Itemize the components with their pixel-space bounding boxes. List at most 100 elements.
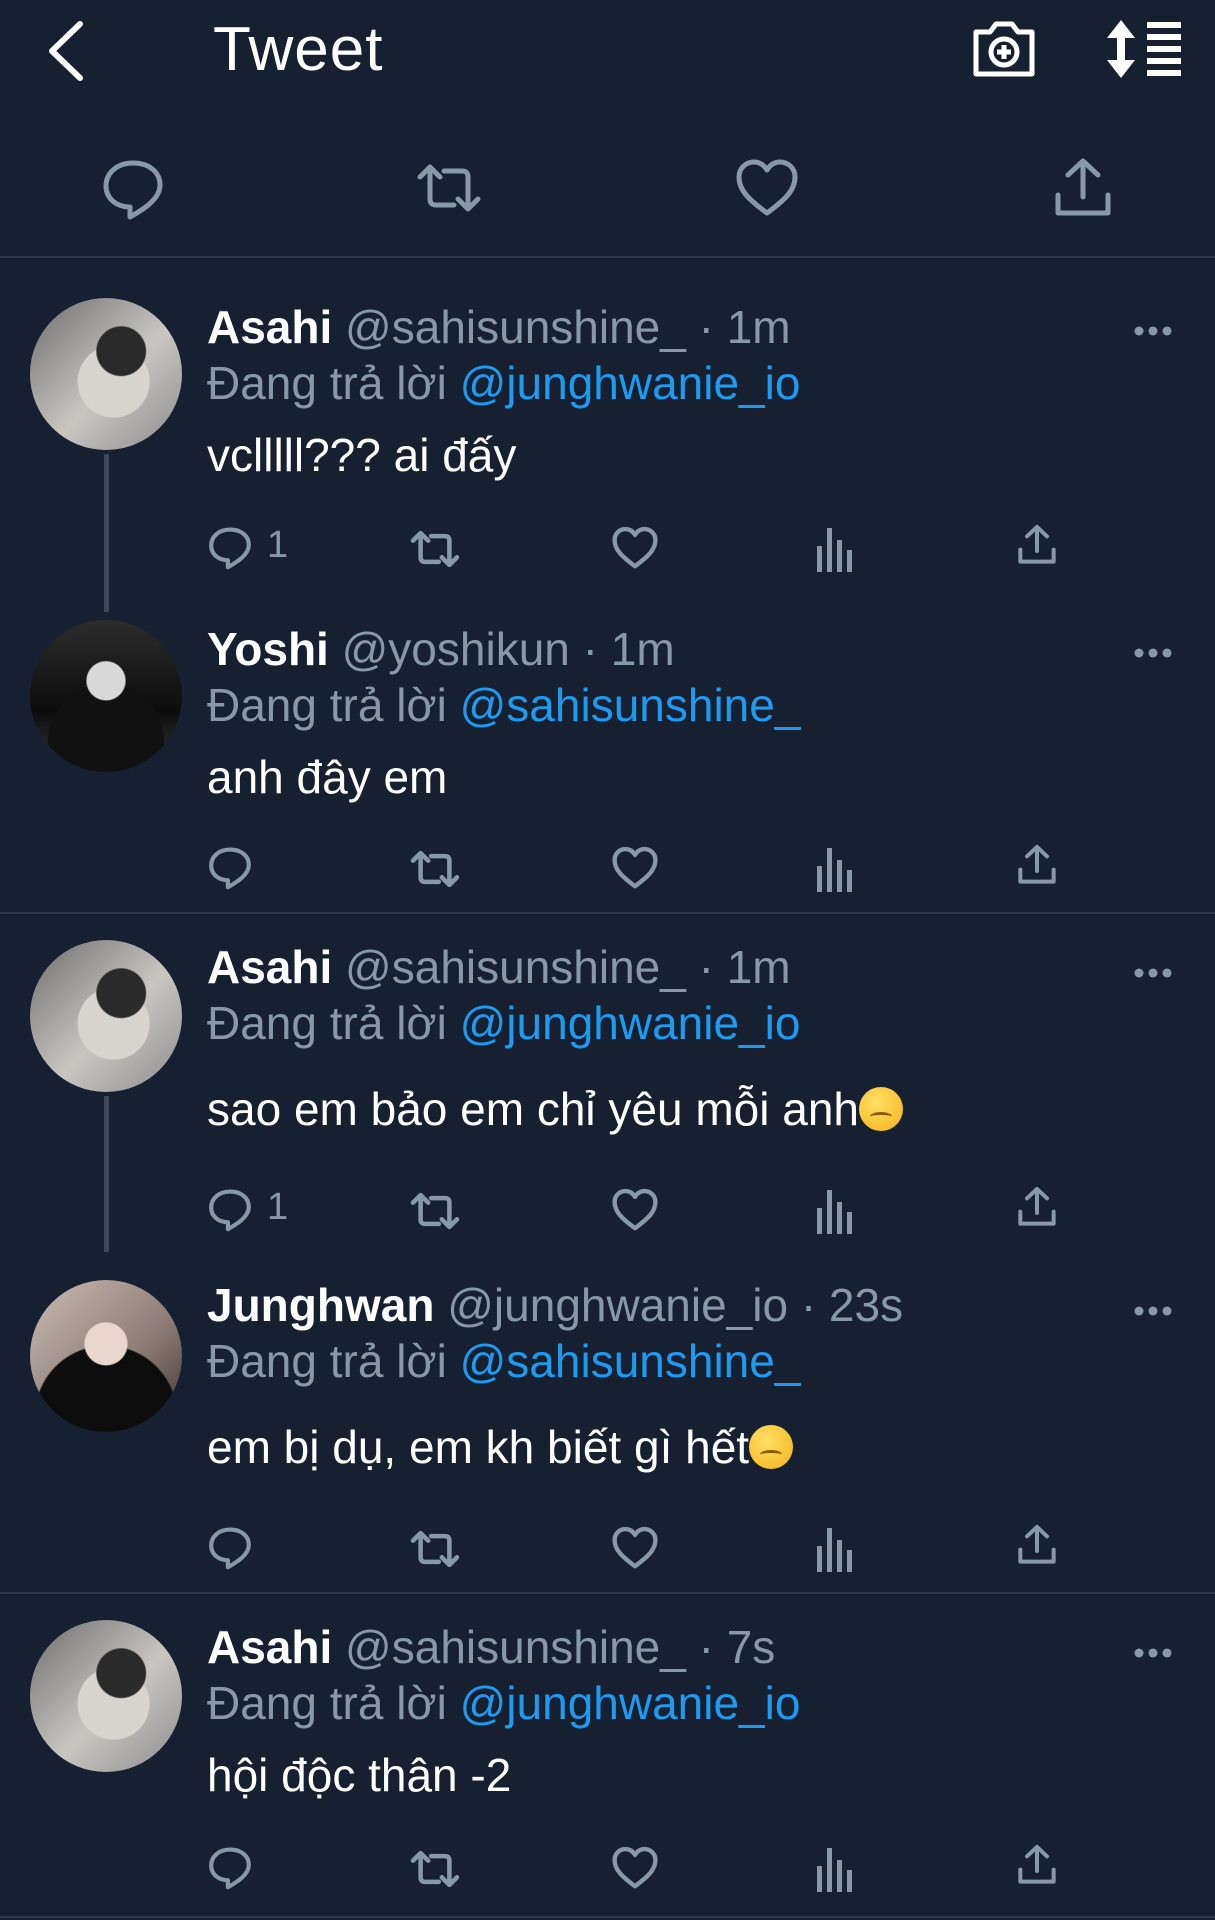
back-button[interactable] [42, 18, 92, 84]
sort-button[interactable] [1105, 18, 1183, 80]
more-button[interactable] [1133, 966, 1173, 978]
mention-link[interactable]: @sahisunshine_ [460, 1335, 801, 1387]
replying-label: Đang trả lời [207, 1335, 447, 1387]
analytics-icon [817, 1848, 852, 1892]
handle-time: @sahisunshine_ · 1m [345, 301, 791, 353]
tweet-text: em bị dụ, em kh biết gì hết [207, 1421, 750, 1473]
retweet-icon [410, 1850, 460, 1888]
page-title: Tweet [213, 15, 384, 84]
like-button[interactable] [734, 155, 800, 221]
retweet-button[interactable] [416, 155, 482, 221]
avatar[interactable] [30, 1620, 182, 1772]
like-button[interactable] [611, 1182, 661, 1238]
share-button[interactable] [1050, 155, 1116, 221]
top-bar: Tweet [0, 0, 1215, 130]
avatar[interactable] [30, 298, 182, 450]
mention-link[interactable]: @junghwanie_io [460, 357, 801, 409]
camera-button[interactable] [970, 14, 1038, 82]
like-button[interactable] [611, 840, 661, 896]
more-icon [1134, 326, 1172, 336]
like-icon [612, 1526, 658, 1569]
pensive-face-emoji [859, 1087, 904, 1131]
share-button[interactable] [1015, 1840, 1061, 1896]
handle-time: @sahisunshine_ · 1m [345, 941, 791, 993]
retweet-button[interactable] [407, 1182, 463, 1238]
share-button[interactable] [1015, 520, 1061, 576]
more-icon [1134, 1648, 1172, 1658]
reply-tweet[interactable]: Asahi @sahisunshine_ · 1m Đang trả lời @… [0, 914, 1215, 1252]
more-icon [1134, 968, 1172, 978]
replying-label: Đang trả lời [207, 679, 447, 731]
reply-button[interactable] [207, 1520, 307, 1576]
tweet-text: sao em bảo em chỉ yêu mỗi anh [207, 1083, 860, 1135]
analytics-button[interactable] [815, 520, 855, 576]
share-button[interactable] [1015, 1182, 1061, 1238]
retweet-button[interactable] [407, 520, 463, 576]
mention-link[interactable]: @junghwanie_io [460, 1677, 801, 1729]
share-icon [1018, 845, 1056, 884]
replying-label: Đang trả lời [207, 1677, 447, 1729]
more-button[interactable] [1133, 646, 1173, 658]
share-button[interactable] [1015, 1520, 1061, 1576]
analytics-icon [817, 1528, 852, 1572]
display-name[interactable]: Junghwan [207, 1279, 434, 1331]
analytics-icon [817, 528, 852, 572]
mention-link[interactable]: @junghwanie_io [460, 997, 801, 1049]
tweet-text: vclllll??? ai đấy [207, 429, 517, 481]
camera-plus-icon [973, 21, 1035, 77]
share-button[interactable] [1015, 840, 1061, 896]
reply-tweet[interactable]: Asahi @sahisunshine_ · 1m Đang trả lời @… [0, 256, 1215, 612]
retweet-button[interactable] [407, 1520, 463, 1576]
like-icon [612, 1846, 658, 1889]
tweet-text: anh đây em [207, 751, 448, 803]
avatar[interactable] [30, 940, 182, 1092]
reply-button[interactable]: 1 [207, 1182, 307, 1238]
avatar[interactable] [30, 620, 182, 772]
display-name[interactable]: Asahi [207, 941, 332, 993]
reply-tweet[interactable]: Junghwan @junghwanie_io · 23s Đang trả l… [0, 1252, 1215, 1594]
replying-label: Đang trả lời [207, 357, 447, 409]
tweet-actions: 1 [207, 1182, 1067, 1238]
like-icon [612, 846, 658, 889]
reply-button[interactable] [100, 155, 166, 221]
more-button[interactable] [1133, 324, 1173, 336]
reply-button[interactable] [207, 840, 307, 896]
mention-link[interactable]: @sahisunshine_ [460, 679, 801, 731]
retweet-icon [410, 530, 460, 568]
like-icon [736, 159, 798, 216]
analytics-button[interactable] [815, 1520, 855, 1576]
pensive-face-emoji [749, 1425, 794, 1469]
more-button[interactable] [1133, 1304, 1173, 1316]
display-name[interactable]: Asahi [207, 301, 332, 353]
share-icon [1018, 1845, 1056, 1884]
reply-button[interactable] [207, 1840, 307, 1896]
share-icon [1018, 525, 1056, 564]
reply-button[interactable]: 1 [207, 520, 307, 576]
display-name[interactable]: Yoshi [207, 623, 329, 675]
like-button[interactable] [611, 1520, 661, 1576]
like-button[interactable] [611, 520, 661, 576]
more-button[interactable] [1133, 1646, 1173, 1658]
like-button[interactable] [611, 1840, 661, 1896]
reply-tweet[interactable]: Asahi @sahisunshine_ · 7s Đang trả lời @… [0, 1594, 1215, 1918]
retweet-icon [417, 164, 481, 212]
tweet-actions [207, 1520, 1067, 1576]
analytics-icon [817, 1190, 852, 1234]
retweet-button[interactable] [407, 1840, 463, 1896]
tweet-text: hội độc thân -2 [207, 1749, 512, 1801]
handle-time: @sahisunshine_ · 7s [345, 1621, 776, 1673]
retweet-button[interactable] [407, 840, 463, 896]
more-icon [1134, 1306, 1172, 1316]
avatar[interactable] [30, 1280, 182, 1432]
reply-count: 1 [267, 524, 289, 566]
main-tweet-actions [0, 130, 1215, 258]
display-name[interactable]: Asahi [207, 1621, 332, 1673]
reply-tweet[interactable]: Yoshi @yoshikun · 1m Đang trả lời @sahis… [0, 612, 1215, 914]
reply-count: 1 [267, 1186, 289, 1228]
analytics-button[interactable] [815, 840, 855, 896]
analytics-button[interactable] [815, 1840, 855, 1896]
analytics-button[interactable] [815, 1182, 855, 1238]
retweet-icon [410, 1530, 460, 1568]
thread-line [104, 1096, 109, 1252]
tweet-actions: 1 [207, 520, 1067, 576]
